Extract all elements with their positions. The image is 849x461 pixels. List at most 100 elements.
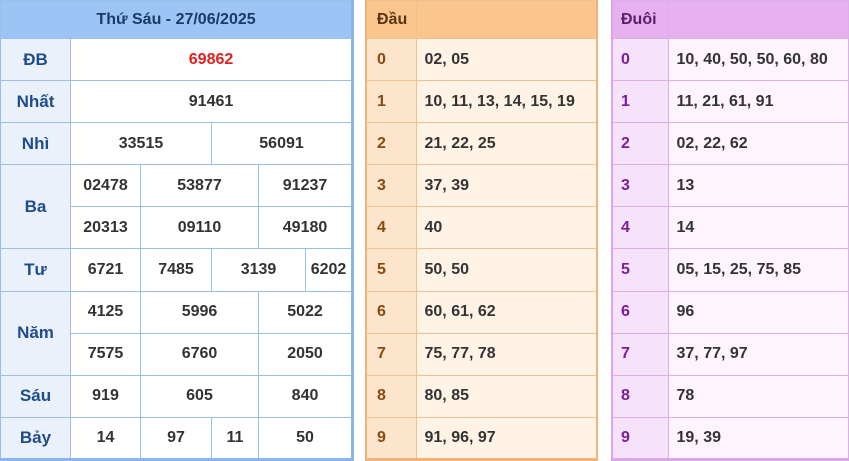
sixth-prize-value: 919 [70,374,141,418]
duoi-header-blank [667,0,849,40]
duoi-row: 7 37, 77, 97 [611,332,849,376]
dau-digit: 6 [365,290,417,334]
dau-numbers: 37, 39 [415,164,598,208]
head-digit-table: Đầu 0 02, 05 1 10, 11, 13, 14, 15, 19 2 21, 2… [365,0,598,461]
duoi-digit: 9 [611,416,669,461]
third-prize-value: 49180 [257,206,354,250]
dau-row: 3 37, 39 [365,164,598,208]
third-prize-value: 20313 [70,206,141,250]
duoi-numbers: 10, 40, 50, 50, 60, 80 [667,38,849,82]
duoi-digit: 6 [611,290,669,334]
fifth-prize-value: 4125 [70,290,141,334]
prize-label-ba: Ba [0,164,71,250]
duoi-digit: 4 [611,206,669,250]
duoi-digit: 1 [611,80,669,124]
fourth-prize-value: 6721 [70,248,141,292]
dau-digit: 5 [365,248,417,292]
duoi-row: 4 14 [611,206,849,250]
duoi-row: 5 05, 15, 25, 75, 85 [611,248,849,292]
second-prize-value: 56091 [210,122,354,166]
seventh-prize-value: 97 [140,416,212,461]
dau-row: 5 50, 50 [365,248,598,292]
duoi-numbers: 78 [667,374,849,418]
sixth-prize-value: 605 [140,374,259,418]
prize-label-nhi: Nhì [0,122,71,166]
fifth-prize-value: 7575 [70,332,141,376]
dau-numbers: 91, 96, 97 [415,416,598,461]
third-prize-value: 02478 [70,164,141,208]
duoi-row: 3 13 [611,164,849,208]
prize-label-db: ĐB [0,38,71,82]
prize-label-tu: Tư [0,248,71,292]
dau-row: 0 02, 05 [365,38,598,82]
prize-label-sau: Sáu [0,374,71,418]
duoi-digit: 2 [611,122,669,166]
dau-numbers: 40 [415,206,598,250]
third-prize-value: 09110 [140,206,259,250]
dau-numbers: 21, 22, 25 [415,122,598,166]
duoi-numbers: 96 [667,290,849,334]
duoi-numbers: 13 [667,164,849,208]
duoi-digit: 3 [611,164,669,208]
duoi-digit: 0 [611,38,669,82]
prize-label-nam: Năm [0,290,71,376]
duoi-row: 2 02, 22, 62 [611,122,849,166]
seventh-prize-value: 50 [257,416,354,461]
dau-numbers: 10, 11, 13, 14, 15, 19 [415,80,598,124]
results-date-header: Thứ Sáu - 27/06/2025 [0,0,354,40]
duoi-numbers: 19, 39 [667,416,849,461]
dau-numbers: 50, 50 [415,248,598,292]
dau-digit: 2 [365,122,417,166]
dau-row: 8 80, 85 [365,374,598,418]
fourth-prize-value: 7485 [140,248,212,292]
duoi-digit: 7 [611,332,669,376]
fifth-prize-value: 6760 [140,332,259,376]
tail-digit-table: Đuôi 0 10, 40, 50, 50, 60, 80 1 11, 21, 61,… [611,0,849,461]
dau-row: 7 75, 77, 78 [365,332,598,376]
fifth-prize-value: 2050 [257,332,354,376]
dau-digit: 4 [365,206,417,250]
special-prize-value: 69862 [69,38,354,82]
dau-numbers: 75, 77, 78 [415,332,598,376]
fifth-prize-value: 5996 [140,290,259,334]
duoi-numbers: 05, 15, 25, 75, 85 [667,248,849,292]
duoi-numbers: 11, 21, 61, 91 [667,80,849,124]
duoi-digit: 8 [611,374,669,418]
duoi-row: 0 10, 40, 50, 50, 60, 80 [611,38,849,82]
dau-header-blank [415,0,598,40]
dau-digit: 3 [365,164,417,208]
second-prize-value: 33515 [70,122,212,166]
fourth-prize-value: 6202 [304,248,354,292]
seventh-prize-value: 11 [211,416,259,461]
dau-numbers: 60, 61, 62 [415,290,598,334]
duoi-numbers: 02, 22, 62 [667,122,849,166]
dau-row: 2 21, 22, 25 [365,122,598,166]
dau-digit: 8 [365,374,417,418]
lottery-results-table: Thứ Sáu - 27/06/2025 ĐB 69862 Nhất 91461… [0,0,355,461]
dau-digit: 7 [365,332,417,376]
duoi-numbers: 14 [667,206,849,250]
duoi-header: Đuôi [611,0,669,40]
dau-row: 1 10, 11, 13, 14, 15, 19 [365,80,598,124]
seventh-prize-value: 14 [70,416,141,461]
dau-row: 6 60, 61, 62 [365,290,598,334]
prize-label-bay: Bảy [0,416,71,461]
sixth-prize-value: 840 [257,374,354,418]
duoi-row: 1 11, 21, 61, 91 [611,80,849,124]
dau-row: 9 91, 96, 97 [365,416,598,461]
duoi-digit: 5 [611,248,669,292]
dau-header: Đầu [365,0,417,40]
dau-row: 4 40 [365,206,598,250]
dau-numbers: 80, 85 [415,374,598,418]
dau-digit: 0 [365,38,417,82]
first-prize-value: 91461 [69,80,354,124]
third-prize-value: 53877 [140,164,259,208]
prize-label-nhat: Nhất [0,80,71,124]
fifth-prize-value: 5022 [257,290,354,334]
dau-digit: 1 [365,80,417,124]
duoi-row: 8 78 [611,374,849,418]
third-prize-value: 91237 [257,164,354,208]
duoi-row: 9 19, 39 [611,416,849,461]
duoi-numbers: 37, 77, 97 [667,332,849,376]
duoi-row: 6 96 [611,290,849,334]
